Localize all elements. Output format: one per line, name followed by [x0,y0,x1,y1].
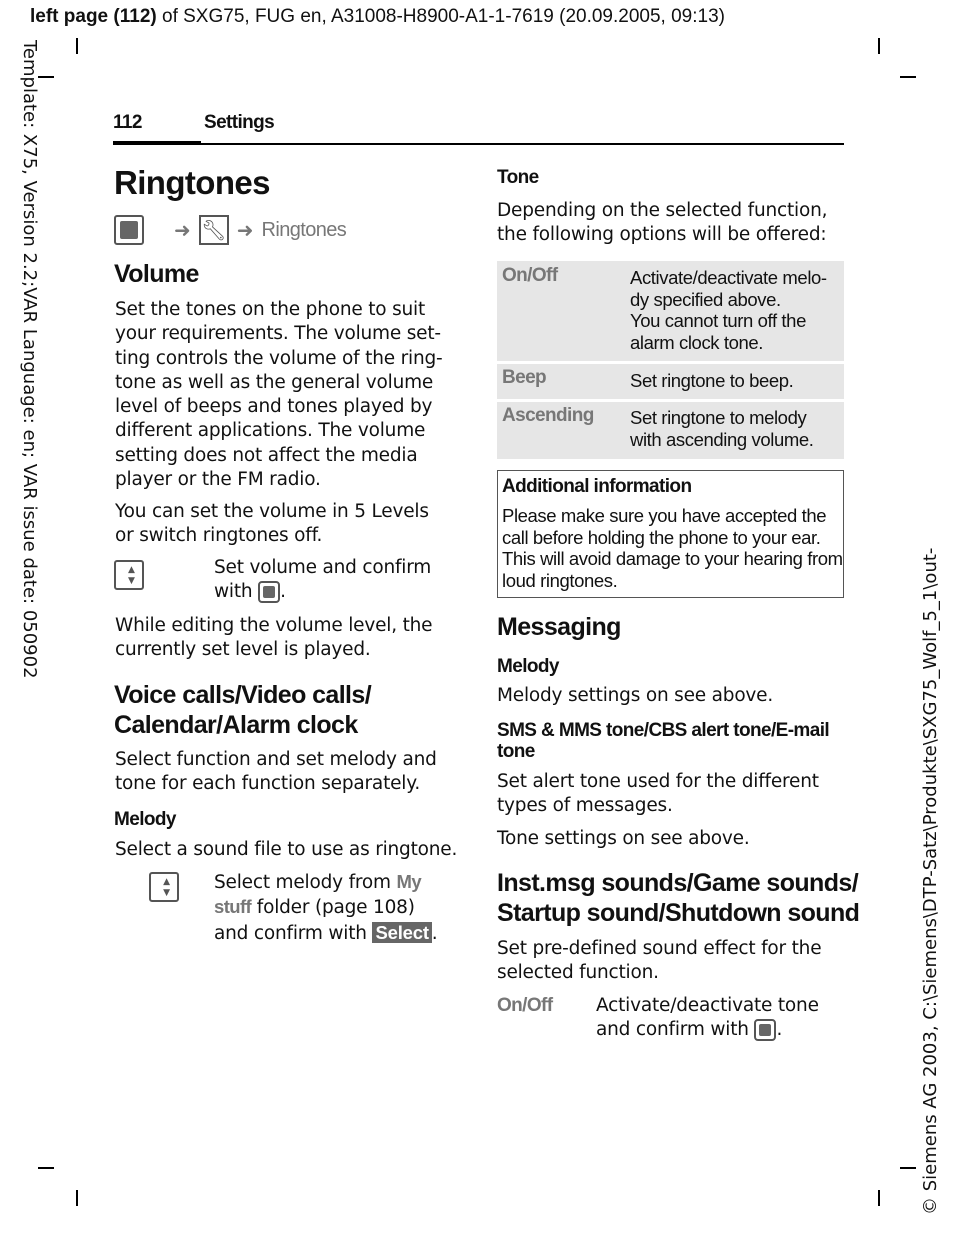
navigation-key-icon: ▲ ▼ [114,560,144,590]
info-text: Please make sure you have accepted the c… [502,505,843,591]
heading-melody: Melody [114,809,176,830]
info-heading: Additional information [502,476,692,497]
sms-paragraph-2: Tone settings on see above. [497,828,750,849]
voice-paragraph: Select function and set melody and tone … [115,749,437,795]
running-section: Settings [204,112,275,133]
volume-step: Set volume and confirm with . [214,557,432,604]
additional-info-box: Additional information Please make sure … [497,470,844,598]
crop-mark [900,76,916,78]
option-beep: Beep [502,367,547,388]
crop-mark [900,1167,916,1169]
menu-ref-my-stuff: My [396,871,422,892]
crop-mark [38,1167,54,1169]
volume-paragraph: Set the tones on the phone to suit your … [115,299,443,491]
volume-editing-paragraph: While editing the volume level, the curr… [115,615,433,661]
heading-messaging: Messaging [497,613,621,641]
manual-page: left page (112) of SXG75, FUG en, A31008… [0,0,954,1246]
option-description: Activate/deactivate melo- dy specified a… [630,267,827,353]
heading-voice-calls: Voice calls/Video calls/ Calendar/Alarm … [114,681,372,739]
table-row: On/Off Activate/deactivate melo- dy spec… [497,261,844,361]
navigation-key-icon: ▲ ▼ [149,872,180,902]
option-on-off: On/Off [497,995,553,1016]
select-softkey: Select [372,921,432,943]
menu-ref-my-stuff: stuff [214,896,252,918]
melody-paragraph: Select a sound file to use as ringtone. [115,839,458,860]
arrow-icon: ➜ [236,218,254,242]
msg-melody-paragraph: Melody settings on see above. [497,685,774,706]
crop-mark [878,1190,880,1206]
crop-mark [76,38,78,54]
print-header: left page (112) of SXG75, FUG en, A31008… [30,6,725,28]
heading-tone: Tone [497,167,539,188]
melody-step-text: and confirm with [214,922,373,944]
page-number: 112 [113,112,142,133]
onoff-step: Activate/deactivate tone and confirm wit… [596,995,819,1042]
sms-paragraph: Set alert tone used for the different ty… [497,771,819,817]
crop-mark [38,76,54,78]
side-copyright-text: © Siemens AG 2003, C:\Siemens\DTP-Satz\P… [920,547,941,1215]
side-template-text: Template: X75, Version 2.2;VAR Language:… [19,40,40,679]
option-description: Set ringtone to melody with ascending vo… [630,407,814,450]
header-rule-tab [113,141,201,145]
heading-inst-msg-sounds: Inst.msg sounds/Game sounds/ Startup sou… [497,869,860,927]
header-rule [113,143,844,145]
page-title: Ringtones [114,164,271,201]
arrow-icon: ➜ [174,218,191,242]
table-row: Ascending Set ringtone to melody with as… [497,402,844,459]
confirm-key-icon [754,1019,777,1042]
volume-step-text: Set volume and confirm with [214,557,432,603]
heading-volume: Volume [114,260,199,288]
confirm-key-icon [258,581,281,604]
table-row: Beep Set ringtone to beep. [497,364,844,399]
melody-step-text: folder (page 108) [251,897,415,919]
tone-paragraph: Depending on the selected function, the … [497,200,828,246]
header-page-ref: left page (112) [30,6,157,27]
option-ascending: Ascending [502,405,594,426]
menu-key-icon [114,215,144,245]
heading-sms-tone: SMS & MMS tone/CBS alert tone/E-mail ton… [497,720,830,762]
crop-mark [878,38,880,54]
nav-item-ringtones: Ringtones [261,218,347,241]
volume-levels-paragraph: You can set the volume in 5 Levels or sw… [115,501,429,547]
onoff-step-text: Activate/deactivate tone and confirm wit… [596,995,819,1041]
crop-mark [76,1190,78,1206]
settings-wrench-icon: 🔧︎ [198,215,229,245]
option-description: Set ringtone to beep. [630,370,794,391]
header-doc-info: of SXG75, FUG en, A31008-H8900-A1-1-7619… [156,6,725,27]
heading-msg-melody: Melody [497,656,559,677]
melody-step: Select melody from My stuff folder (page … [214,871,438,944]
inst-paragraph: Set pre-defined sound effect for the sel… [497,938,822,984]
nav-path: ➜ 🔧︎ ➜ Ringtones [114,214,347,246]
option-on-off: On/Off [502,265,558,286]
melody-step-text: Select melody from [214,872,397,893]
